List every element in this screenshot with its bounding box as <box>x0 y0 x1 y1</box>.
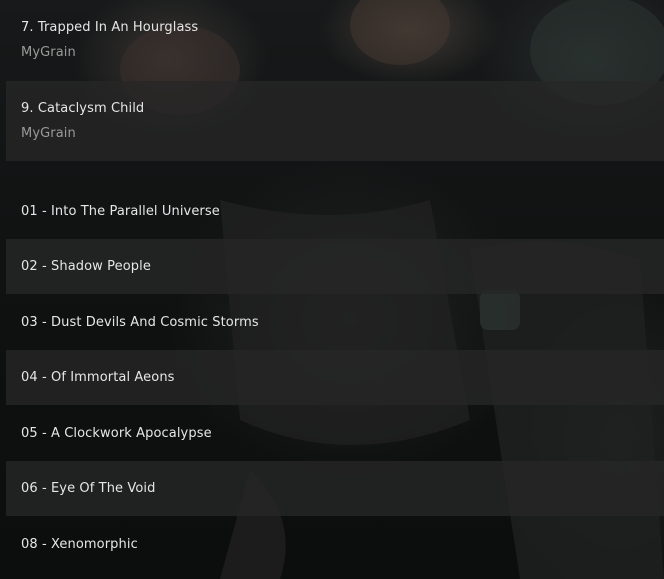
track-artist: MyGrain <box>21 45 76 60</box>
track-artist: MyGrain <box>21 126 76 141</box>
track-row[interactable]: 01 - Into The Parallel Universe <box>6 184 664 239</box>
track-row[interactable]: 05 - A Clockwork Apocalypse <box>6 406 664 461</box>
queue-item[interactable]: 7. Trapped In An Hourglass MyGrain <box>6 0 664 80</box>
queue-item[interactable]: 9. Cataclysm Child MyGrain <box>6 81 664 161</box>
track-title: 06 - Eye Of The Void <box>21 481 156 496</box>
track-title: 08 - Xenomorphic <box>21 537 138 552</box>
track-row[interactable]: 04 - Of Immortal Aeons <box>6 350 664 405</box>
track-title: 05 - A Clockwork Apocalypse <box>21 426 212 441</box>
track-row[interactable]: 08 - Xenomorphic <box>6 517 664 572</box>
track-title: 9. Cataclysm Child <box>21 101 145 116</box>
now-playing-list: 7. Trapped In An Hourglass MyGrain 9. Ca… <box>0 0 664 579</box>
track-row[interactable]: 03 - Dust Devils And Cosmic Storms <box>6 295 664 350</box>
track-title: 7. Trapped In An Hourglass <box>21 20 199 35</box>
track-title: 01 - Into The Parallel Universe <box>21 204 220 219</box>
track-title: 02 - Shadow People <box>21 259 151 274</box>
track-row[interactable]: 02 - Shadow People <box>6 239 664 294</box>
track-title: 04 - Of Immortal Aeons <box>21 370 175 385</box>
track-row[interactable]: 06 - Eye Of The Void <box>6 461 664 516</box>
track-title: 03 - Dust Devils And Cosmic Storms <box>21 315 259 330</box>
